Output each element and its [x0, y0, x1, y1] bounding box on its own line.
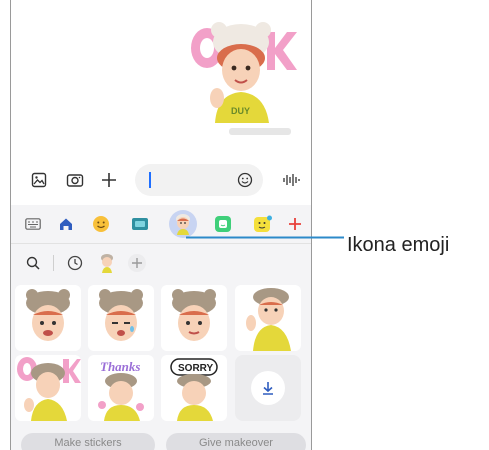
home-icon[interactable]	[52, 210, 80, 238]
sticker-item[interactable]	[88, 285, 154, 351]
plus-icon[interactable]	[97, 168, 121, 192]
image-icon[interactable]	[27, 168, 51, 192]
svg-text:Thanks: Thanks	[100, 359, 140, 374]
message-input-bar	[11, 160, 311, 200]
gif-icon[interactable]	[126, 210, 154, 238]
download-more-button[interactable]	[235, 355, 301, 421]
chat-area: OK DUY	[11, 0, 311, 150]
avatar-stickers-icon[interactable]	[95, 251, 119, 275]
sticker-item[interactable]	[161, 285, 227, 351]
message-timestamp	[229, 128, 291, 135]
give-makeover-button[interactable]: Give makeover	[166, 433, 306, 450]
smiley-icon[interactable]	[233, 168, 257, 192]
sticker-item[interactable]	[235, 285, 301, 351]
voice-wave-icon[interactable]	[279, 168, 303, 192]
add-icon[interactable]	[281, 210, 309, 238]
make-stickers-button[interactable]: Make stickers	[21, 433, 155, 450]
sticker-grid: Thanks SORRY	[11, 285, 311, 450]
camera-icon[interactable]	[63, 168, 87, 192]
recent-clock-icon[interactable]	[63, 251, 87, 275]
sticker-item[interactable]: Thanks	[88, 355, 154, 421]
callout-label: Ikona emoji	[347, 234, 450, 256]
callout-line	[186, 236, 344, 239]
sticker-item[interactable]	[15, 355, 81, 421]
bitmoji-icon[interactable]	[209, 210, 237, 238]
sticker-subtab-bar	[11, 245, 311, 281]
ar-emoji-avatar-icon[interactable]	[169, 210, 197, 238]
download-icon	[251, 371, 285, 405]
text-caret	[149, 172, 151, 188]
divider	[53, 255, 54, 271]
sticker-icon[interactable]	[249, 210, 277, 238]
search-icon[interactable]	[21, 251, 45, 275]
sticker-panel: Thanks SORRY Make stickers Give makeover	[11, 205, 311, 450]
sticker-item[interactable]	[15, 285, 81, 351]
sent-sticker[interactable]: OK DUY	[189, 18, 299, 123]
sticker-item[interactable]: SORRY	[161, 355, 227, 421]
keyboard-icon[interactable]	[19, 210, 47, 238]
svg-text:SORRY: SORRY	[178, 363, 214, 374]
phone-screen: OK DUY	[10, 0, 312, 450]
add-icon[interactable]	[125, 251, 149, 275]
svg-text:DUY: DUY	[231, 106, 250, 116]
emoji-face-icon[interactable]	[87, 210, 115, 238]
message-input[interactable]	[135, 164, 263, 196]
